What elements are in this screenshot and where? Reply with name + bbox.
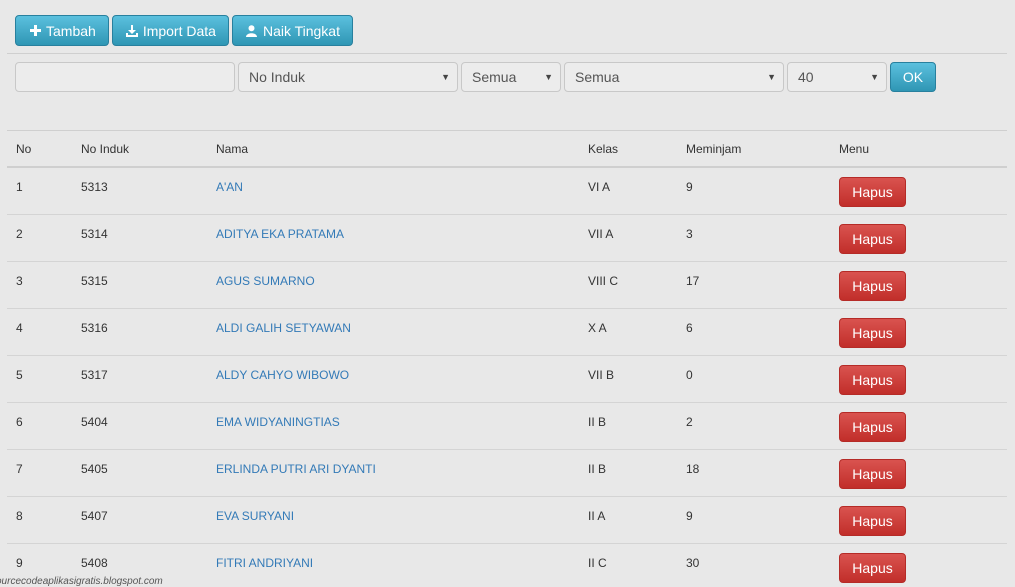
row-kelas: VIII C: [588, 274, 619, 288]
row-no: 3: [16, 274, 23, 288]
kelas-select[interactable]: Semua ▼: [461, 62, 561, 92]
promote-button-label: Naik Tingkat: [262, 22, 340, 39]
row-kelas: II B: [588, 415, 607, 429]
student-name-link[interactable]: ADITYA EKA PRATAMA: [216, 227, 344, 241]
row-no-induk: 5314: [81, 227, 108, 241]
ok-button-label: OK: [902, 69, 924, 85]
row-kelas: II A: [588, 509, 606, 523]
field-select[interactable]: No Induk ▼: [238, 62, 458, 92]
chevron-down-icon: ▼: [441, 72, 450, 82]
delete-button[interactable]: Hapus: [839, 459, 906, 489]
column-header-nama: Nama: [216, 142, 249, 156]
status-select-value: Semua: [575, 69, 620, 85]
row-kelas: VII B: [588, 368, 615, 382]
row-no-induk: 5404: [81, 415, 108, 429]
row-kelas: II B: [588, 462, 607, 476]
column-header-no-induk: No Induk: [81, 142, 130, 156]
kelas-select-value: Semua: [472, 69, 517, 85]
row-no-induk: 5315: [81, 274, 108, 288]
delete-button[interactable]: Hapus: [839, 365, 906, 395]
table-row: 8 5407 EVA SURYANI II A 9 Hapus: [7, 497, 1007, 544]
column-header-meminjam: Meminjam: [686, 142, 742, 156]
row-no-induk: 5313: [81, 180, 108, 194]
row-kelas: VI A: [588, 180, 611, 194]
delete-button[interactable]: Hapus: [839, 318, 906, 348]
watermark-text: ourcecodeaplikasigratis.blogspot.com: [0, 576, 163, 587]
plus-icon: [29, 24, 41, 38]
table-row: 7 5405 ERLINDA PUTRI ARI DYANTI II B 18 …: [7, 450, 1007, 497]
student-name-link[interactable]: ALDY CAHYO WIBOWO: [216, 368, 349, 382]
table-row: 3 5315 AGUS SUMARNO VIII C 17 Hapus: [7, 262, 1007, 309]
page: Tambah Import Data Naik Tingkat No Induk…: [0, 0, 1015, 587]
row-no: 9: [16, 556, 23, 570]
row-no-induk: 5316: [81, 321, 108, 335]
field-select-value: No Induk: [249, 69, 306, 85]
chevron-down-icon: ▼: [767, 72, 776, 82]
delete-button[interactable]: Hapus: [839, 224, 906, 254]
search-input[interactable]: [15, 62, 235, 92]
toolbar: Tambah Import Data Naik Tingkat: [15, 15, 353, 46]
table-row: 2 5314 ADITYA EKA PRATAMA VII A 3 Hapus: [7, 215, 1007, 262]
student-name-link[interactable]: EVA SURYANI: [216, 509, 294, 523]
user-icon: [246, 24, 258, 38]
add-button-label: Tambah: [46, 22, 96, 39]
row-no: 2: [16, 227, 23, 241]
student-name-link[interactable]: FITRI ANDRIYANI: [216, 556, 313, 570]
row-no-induk: 5405: [81, 462, 108, 476]
student-name-link[interactable]: ERLINDA PUTRI ARI DYANTI: [216, 462, 376, 476]
row-meminjam: 3: [686, 227, 693, 241]
chevron-down-icon: ▼: [870, 72, 879, 82]
row-no: 8: [16, 509, 23, 523]
table-header: No No Induk Nama Kelas Meminjam Menu: [7, 131, 1007, 168]
row-no: 4: [16, 321, 23, 335]
table-row: 4 5316 ALDI GALIH SETYAWAN X A 6 Hapus: [7, 309, 1007, 356]
row-no-induk: 5408: [81, 556, 108, 570]
row-no-induk: 5407: [81, 509, 108, 523]
import-data-button-label: Import Data: [142, 22, 216, 39]
table-row: 6 5404 EMA WIDYANINGTIAS II B 2 Hapus: [7, 403, 1007, 450]
student-name-link[interactable]: A'AN: [216, 180, 243, 194]
chevron-down-icon: ▼: [544, 72, 553, 82]
row-no: 5: [16, 368, 23, 382]
limit-select-value: 40: [798, 69, 814, 85]
row-meminjam: 9: [686, 509, 693, 523]
ok-button[interactable]: OK: [890, 62, 936, 92]
row-kelas: VII A: [588, 227, 614, 241]
row-meminjam: 17: [686, 274, 700, 288]
toolbar-divider: [7, 53, 1007, 54]
table-row: 1 5313 A'AN VI A 9 Hapus: [7, 168, 1007, 215]
row-meminjam: 9: [686, 180, 693, 194]
column-header-no: No: [16, 142, 32, 156]
limit-select[interactable]: 40 ▼: [787, 62, 887, 92]
download-icon: [125, 24, 138, 38]
column-header-kelas: Kelas: [588, 142, 619, 156]
row-no: 1: [16, 180, 23, 194]
delete-button[interactable]: Hapus: [839, 412, 906, 442]
import-data-button[interactable]: Import Data: [111, 15, 229, 46]
delete-button[interactable]: Hapus: [839, 271, 906, 301]
delete-button[interactable]: Hapus: [839, 506, 906, 536]
row-meminjam: 2: [686, 415, 693, 429]
promote-button[interactable]: Naik Tingkat: [231, 15, 353, 46]
student-name-link[interactable]: ALDI GALIH SETYAWAN: [216, 321, 351, 335]
row-meminjam: 30: [686, 556, 700, 570]
delete-button[interactable]: Hapus: [839, 553, 906, 583]
column-header-menu: Menu: [839, 142, 870, 156]
row-meminjam: 0: [686, 368, 693, 382]
row-kelas: II C: [588, 556, 607, 570]
row-no-induk: 5317: [81, 368, 108, 382]
status-select[interactable]: Semua ▼: [564, 62, 784, 92]
add-button[interactable]: Tambah: [15, 15, 109, 46]
row-no: 7: [16, 462, 23, 476]
table-row: 5 5317 ALDY CAHYO WIBOWO VII B 0 Hapus: [7, 356, 1007, 403]
student-name-link[interactable]: EMA WIDYANINGTIAS: [216, 415, 340, 429]
student-name-link[interactable]: AGUS SUMARNO: [216, 274, 315, 288]
row-meminjam: 6: [686, 321, 693, 335]
row-no: 6: [16, 415, 23, 429]
row-meminjam: 18: [686, 462, 700, 476]
delete-button[interactable]: Hapus: [839, 177, 906, 207]
row-kelas: X A: [588, 321, 607, 335]
